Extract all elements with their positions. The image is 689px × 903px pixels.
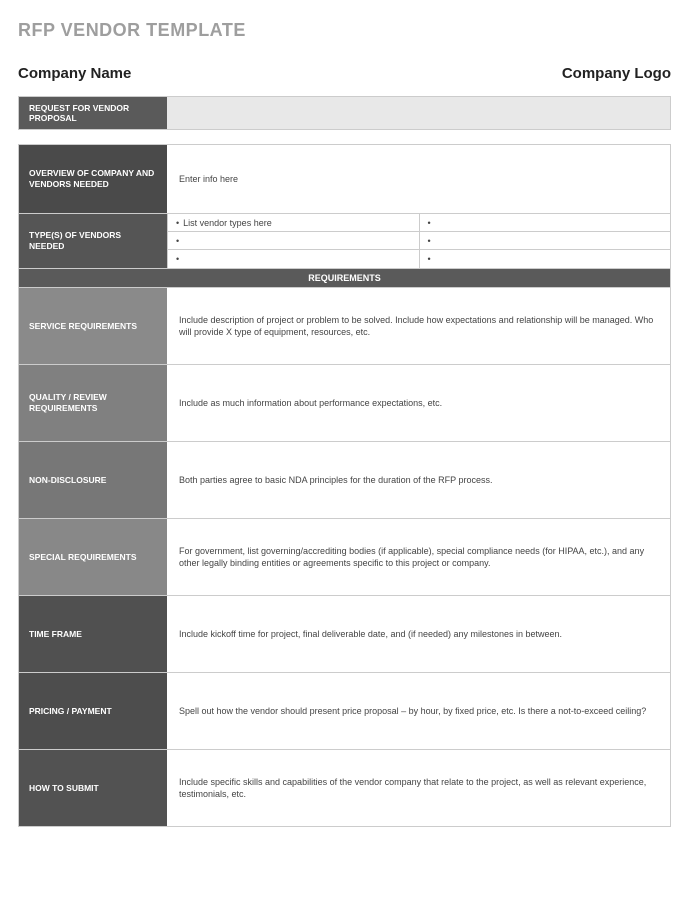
vendor-cell-text: List vendor types here xyxy=(183,218,272,228)
company-name-field[interactable]: Company Name xyxy=(18,65,131,82)
vendor-cell-4[interactable]: • xyxy=(167,250,419,268)
quality-review-label: QUALITY / REVIEW REQUIREMENTS xyxy=(19,365,167,441)
vendor-cell-1[interactable]: • xyxy=(419,214,671,232)
bullet-icon: • xyxy=(176,218,179,228)
non-disclosure-label: NON-DISCLOSURE xyxy=(19,442,167,518)
special-requirements-row: SPECIAL REQUIREMENTS For government, lis… xyxy=(18,519,671,596)
overview-label: OVERVIEW OF COMPANY AND VENDORS NEEDED xyxy=(19,145,167,213)
service-requirements-content[interactable]: Include description of project or proble… xyxy=(167,288,670,364)
service-requirements-row: SERVICE REQUIREMENTS Include description… xyxy=(18,288,671,365)
vendor-cell-0[interactable]: • List vendor types here xyxy=(167,214,419,232)
bullet-icon: • xyxy=(428,218,431,228)
special-requirements-content[interactable]: For government, list governing/accrediti… xyxy=(167,519,670,595)
pricing-payment-label: PRICING / PAYMENT xyxy=(19,673,167,749)
how-to-submit-row: HOW TO SUBMIT Include specific skills an… xyxy=(18,750,671,827)
requirements-header: REQUIREMENTS xyxy=(18,269,671,288)
proposal-input[interactable] xyxy=(167,97,670,129)
proposal-bar: REQUEST FOR VENDOR PROPOSAL xyxy=(18,96,671,130)
how-to-submit-label: HOW TO SUBMIT xyxy=(19,750,167,826)
quality-review-row: QUALITY / REVIEW REQUIREMENTS Include as… xyxy=(18,365,671,442)
time-frame-row: TIME FRAME Include kickoff time for proj… xyxy=(18,596,671,673)
proposal-label: REQUEST FOR VENDOR PROPOSAL xyxy=(19,97,167,129)
overview-content[interactable]: Enter info here xyxy=(167,145,670,213)
quality-review-content[interactable]: Include as much information about perfor… xyxy=(167,365,670,441)
vendor-cell-2[interactable]: • xyxy=(167,232,419,250)
vendor-types-grid: • List vendor types here • • • • • xyxy=(167,214,670,268)
time-frame-label: TIME FRAME xyxy=(19,596,167,672)
time-frame-content[interactable]: Include kickoff time for project, final … xyxy=(167,596,670,672)
vendor-cell-3[interactable]: • xyxy=(419,232,671,250)
pricing-payment-content[interactable]: Spell out how the vendor should present … xyxy=(167,673,670,749)
vendor-cell-5[interactable]: • xyxy=(419,250,671,268)
bullet-icon: • xyxy=(428,236,431,246)
company-header: Company Name Company Logo xyxy=(18,65,671,82)
pricing-payment-row: PRICING / PAYMENT Spell out how the vend… xyxy=(18,673,671,750)
special-requirements-label: SPECIAL REQUIREMENTS xyxy=(19,519,167,595)
template-title: RFP VENDOR TEMPLATE xyxy=(18,20,671,41)
overview-row: OVERVIEW OF COMPANY AND VENDORS NEEDED E… xyxy=(18,144,671,214)
company-logo-field[interactable]: Company Logo xyxy=(562,65,671,82)
non-disclosure-content[interactable]: Both parties agree to basic NDA principl… xyxy=(167,442,670,518)
how-to-submit-content[interactable]: Include specific skills and capabilities… xyxy=(167,750,670,826)
vendor-types-row: TYPE(S) OF VENDORS NEEDED • List vendor t… xyxy=(18,214,671,269)
main-table: OVERVIEW OF COMPANY AND VENDORS NEEDED E… xyxy=(18,144,671,827)
vendor-types-label: TYPE(S) OF VENDORS NEEDED xyxy=(19,214,167,268)
bullet-icon: • xyxy=(176,254,179,264)
bullet-icon: • xyxy=(176,236,179,246)
bullet-icon: • xyxy=(428,254,431,264)
service-requirements-label: SERVICE REQUIREMENTS xyxy=(19,288,167,364)
non-disclosure-row: NON-DISCLOSURE Both parties agree to bas… xyxy=(18,442,671,519)
